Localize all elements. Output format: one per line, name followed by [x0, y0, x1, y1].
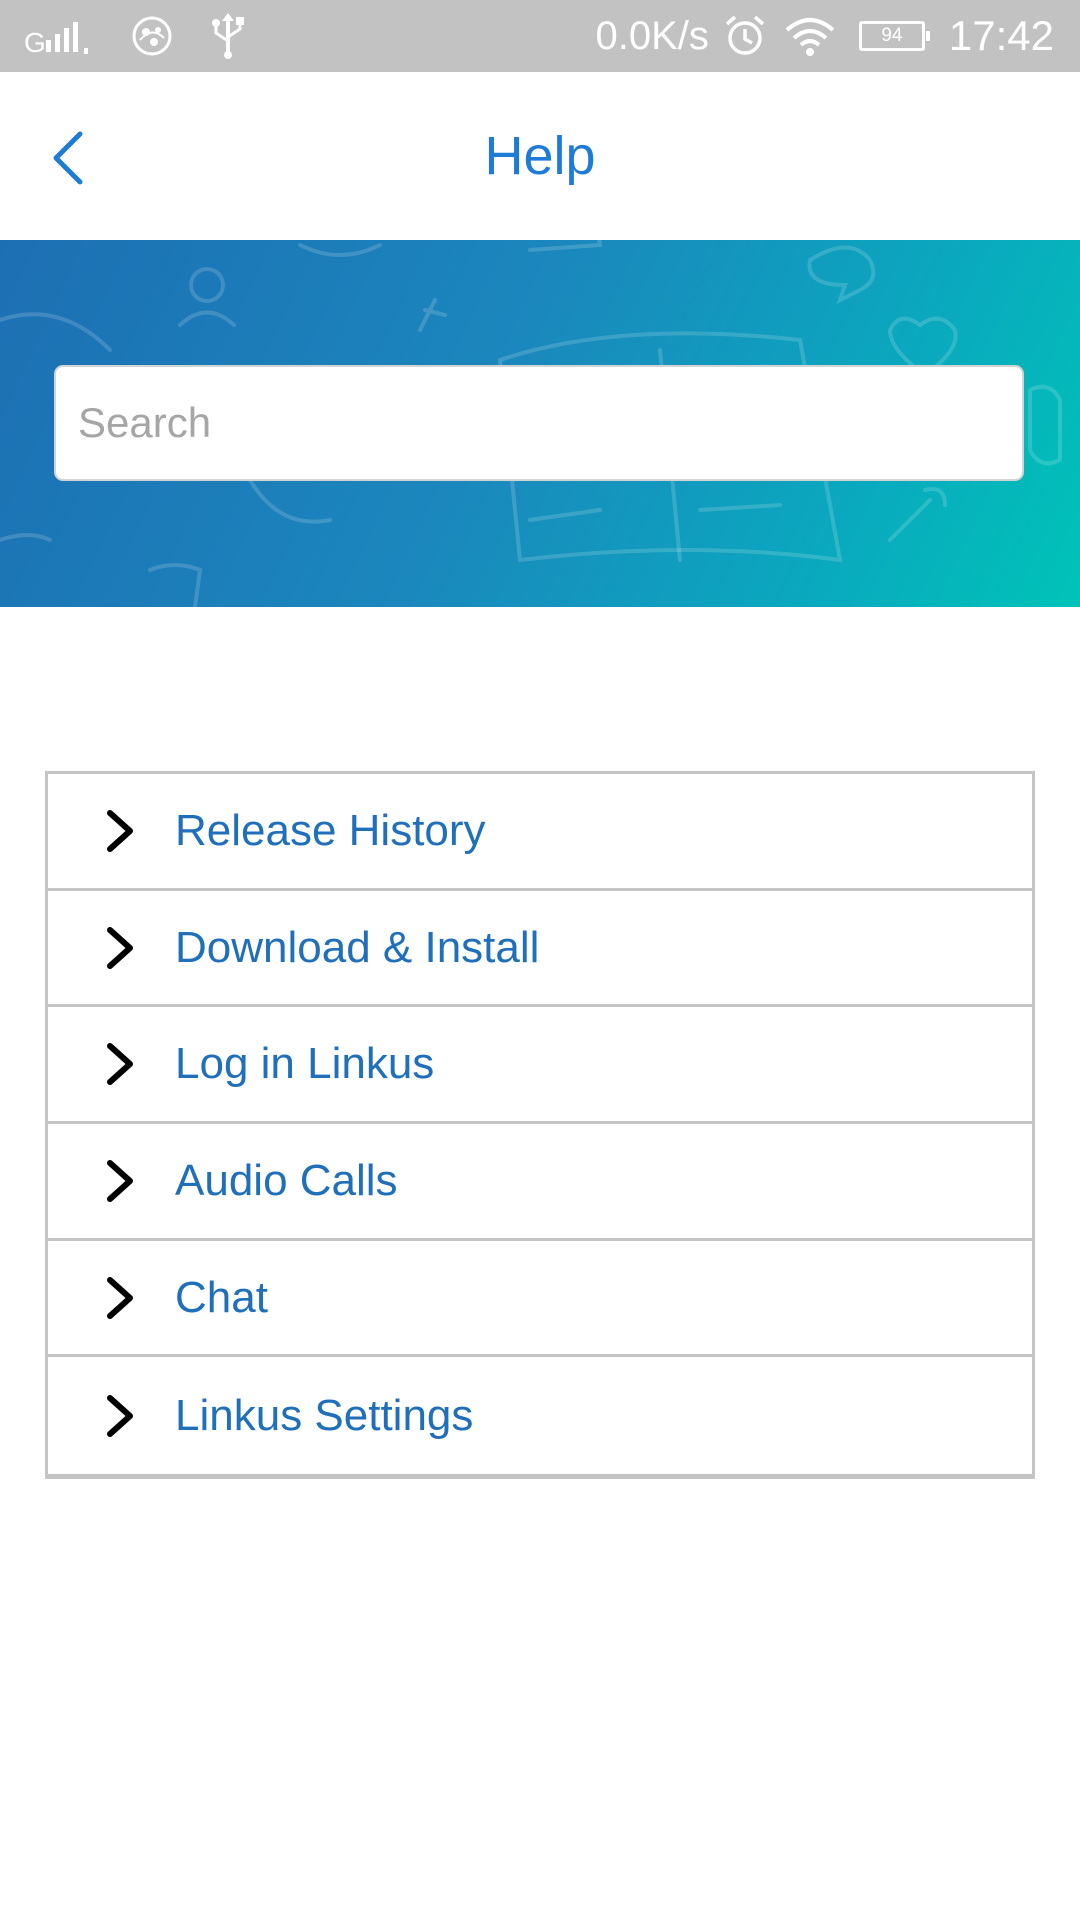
usb-icon — [212, 13, 244, 59]
topic-download-install[interactable]: Download & Install — [48, 890, 1032, 1008]
status-bar: G 0.0K/s 94 17:42 — [0, 0, 1080, 72]
page-title: Help — [484, 126, 596, 186]
search-banner — [0, 240, 1080, 607]
alarm-icon — [725, 15, 765, 55]
chevron-right-icon — [107, 1159, 133, 1202]
topic-audio-calls[interactable]: Audio Calls — [48, 1124, 1032, 1241]
chevron-right-icon — [107, 1043, 133, 1086]
help-topics-list: Release History Download & Install Log i… — [45, 771, 1035, 1480]
topic-label: Audio Calls — [175, 1155, 398, 1205]
svg-text:G: G — [24, 27, 46, 54]
chevron-right-icon — [107, 926, 133, 969]
status-bar-left: G — [24, 0, 248, 72]
search-box — [54, 365, 1024, 481]
topic-label: Release History — [175, 805, 486, 855]
topic-release-history[interactable]: Release History — [48, 774, 1032, 891]
topic-chat[interactable]: Chat — [48, 1240, 1032, 1358]
signal-icon: G — [24, 22, 88, 54]
topic-linkus-settings[interactable]: Linkus Settings — [48, 1357, 1032, 1475]
app-header: Help — [0, 72, 1080, 240]
chevron-right-icon — [107, 809, 133, 852]
clock: 17:42 — [948, 12, 1054, 59]
network-speed: 0.0K/s — [595, 13, 709, 58]
battery-level: 94 — [881, 25, 903, 46]
topic-log-in-linkus[interactable]: Log in Linkus — [48, 1007, 1032, 1125]
chevron-right-icon — [107, 1276, 133, 1319]
search-input[interactable] — [56, 367, 1022, 479]
battery-icon: 94 — [858, 21, 930, 51]
topic-label: Log in Linkus — [175, 1039, 435, 1089]
wifi-icon — [785, 18, 835, 56]
topic-label: Download & Install — [175, 922, 540, 972]
status-bar-right: 0.0K/s 94 17:42 — [595, 0, 1054, 72]
chevron-right-icon — [107, 1394, 133, 1437]
topic-label: Chat — [175, 1272, 268, 1322]
topic-label: Linkus Settings — [175, 1390, 474, 1440]
app-notification-icon — [132, 16, 172, 56]
